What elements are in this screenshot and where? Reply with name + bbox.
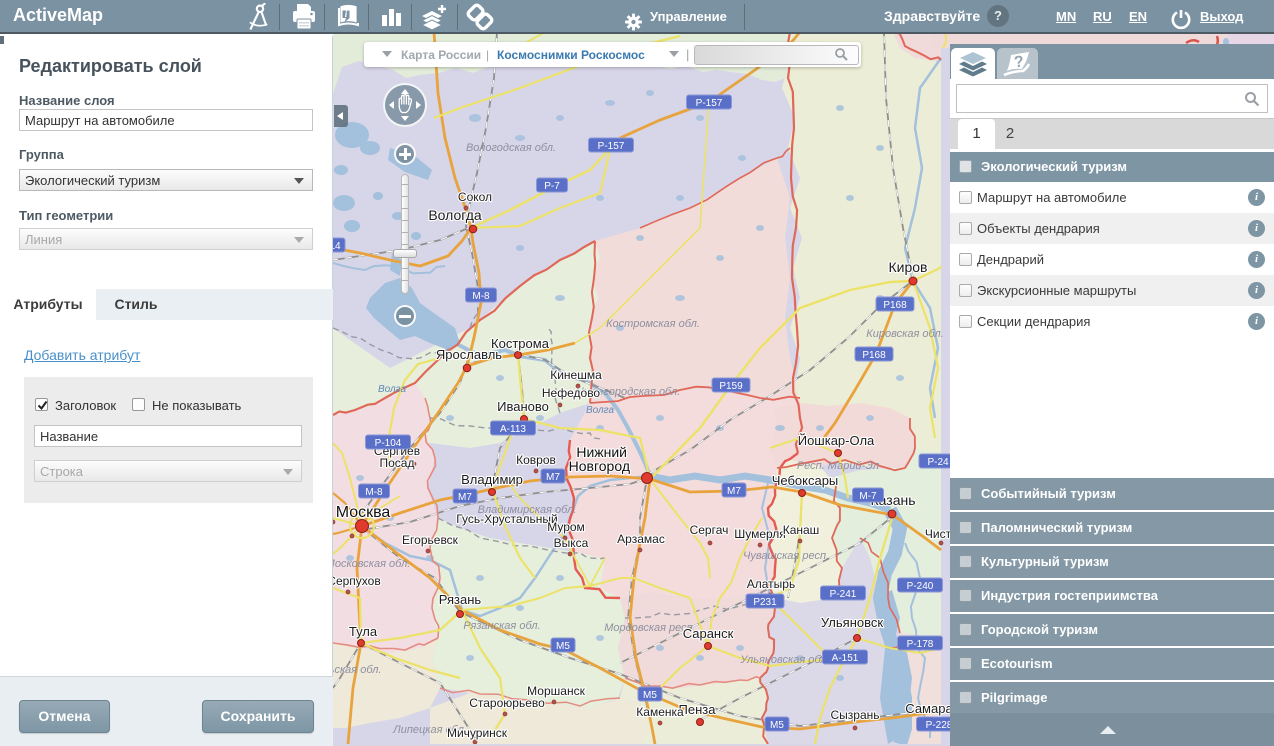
- svg-text:Нефедово: Нефедово: [542, 386, 601, 400]
- svg-text:Егорьевск: Егорьевск: [402, 533, 459, 547]
- svg-text:Сокол: Сокол: [458, 190, 492, 204]
- svg-text:Алатырь: Алатырь: [747, 577, 795, 591]
- svg-text:Р-104: Р-104: [375, 438, 402, 449]
- svg-text:Респ. Марий-Эл: Респ. Марий-Эл: [797, 460, 879, 472]
- svg-text:Владимир: Владимир: [461, 472, 523, 487]
- svg-text:Вологда: Вологда: [428, 207, 482, 223]
- svg-text:Р168: Р168: [883, 300, 907, 311]
- svg-text:Р-157: Р-157: [598, 141, 625, 152]
- svg-text:Шумерля: Шумерля: [734, 527, 786, 541]
- svg-text:?: ?: [1013, 53, 1025, 71]
- svg-text:М7: М7: [727, 486, 741, 497]
- svg-text:Кинешма: Кинешма: [550, 368, 602, 382]
- svg-text:Р-7: Р-7: [544, 181, 560, 192]
- svg-text:Новгород: Новгород: [569, 458, 630, 474]
- svg-text:Саранск: Саранск: [683, 626, 734, 641]
- svg-text:М5: М5: [770, 720, 784, 731]
- svg-text:Р168: Р168: [862, 350, 886, 361]
- svg-text:Кировская обл.: Кировская обл.: [866, 328, 943, 340]
- svg-text:М7: М7: [546, 472, 560, 483]
- svg-text:льская обл.: льская обл.: [333, 664, 382, 676]
- svg-text:М-7: М-7: [859, 491, 877, 502]
- svg-text:Пенза: Пенза: [679, 702, 717, 717]
- svg-text:Тула: Тула: [349, 624, 378, 639]
- svg-text:Каменка: Каменка: [636, 705, 684, 719]
- svg-text:Р-240: Р-240: [907, 581, 934, 592]
- svg-text:М7: М7: [458, 492, 472, 503]
- svg-text:Ульяновская обл.: Ульяновская обл.: [739, 654, 829, 666]
- svg-text:Р231: Р231: [753, 597, 777, 608]
- svg-text:14: 14: [333, 241, 341, 252]
- svg-text:Р159: Р159: [719, 381, 743, 392]
- svg-text:М-8: М-8: [472, 291, 490, 302]
- svg-text:Московская обл.: Московская обл.: [333, 558, 410, 570]
- svg-text:Муром: Муром: [547, 520, 585, 534]
- svg-text:Арзамас: Арзамас: [617, 532, 665, 546]
- svg-text:Рязань: Рязань: [439, 592, 482, 607]
- svg-text:Р-241: Р-241: [830, 589, 857, 600]
- svg-text:М5: М5: [643, 690, 657, 701]
- svg-text:Кострома: Кострома: [491, 336, 550, 351]
- svg-text:Р-178: Р-178: [907, 639, 934, 650]
- svg-text:А-151: А-151: [832, 653, 859, 664]
- svg-text:Йошкар-Ола: Йошкар-Ола: [798, 433, 875, 448]
- svg-text:Чист: Чист: [925, 527, 952, 541]
- svg-text:Москва: Москва: [336, 504, 391, 521]
- svg-text:Мичуринск: Мичуринск: [447, 726, 508, 740]
- svg-text:Рязанская обл.: Рязанская обл.: [463, 620, 540, 632]
- svg-text:Р-24: Р-24: [927, 457, 949, 468]
- svg-text:М5: М5: [556, 641, 570, 652]
- svg-text:Киров: Киров: [889, 259, 928, 275]
- svg-text:Ковров: Ковров: [516, 453, 556, 467]
- svg-text:Посад: Посад: [380, 456, 415, 470]
- svg-text:А-113: А-113: [500, 424, 526, 435]
- svg-text:Чебоксары: Чебоксары: [772, 473, 839, 488]
- svg-text:Гусь-Хрустальный: Гусь-Хрустальный: [456, 512, 557, 526]
- svg-text:М-8: М-8: [365, 487, 383, 498]
- svg-text:Ульяновск: Ульяновск: [821, 615, 883, 630]
- svg-text:Р-228: Р-228: [926, 720, 953, 731]
- svg-text:Староюрьево: Староюрьево: [469, 696, 545, 710]
- svg-text:Р-157: Р-157: [696, 98, 723, 109]
- svg-text:Иваново: Иваново: [497, 399, 549, 414]
- svg-text:Самара: Самара: [905, 701, 953, 716]
- svg-text:Вологодская обл.: Вологодская обл.: [466, 142, 556, 154]
- svg-text:Серпухов: Серпухов: [333, 574, 381, 588]
- svg-text:Выкса: Выкса: [554, 536, 589, 550]
- svg-text:Сызрань: Сызрань: [830, 708, 879, 722]
- svg-text:Чувашская респ.: Чувашская респ.: [743, 550, 829, 562]
- svg-text:Волга: Волга: [378, 384, 406, 395]
- svg-text:Сергач: Сергач: [690, 523, 729, 537]
- svg-text:Волга: Волга: [586, 405, 614, 416]
- svg-text:Канаш: Канаш: [783, 523, 820, 537]
- svg-text:Костромская обл.: Костромская обл.: [606, 318, 700, 330]
